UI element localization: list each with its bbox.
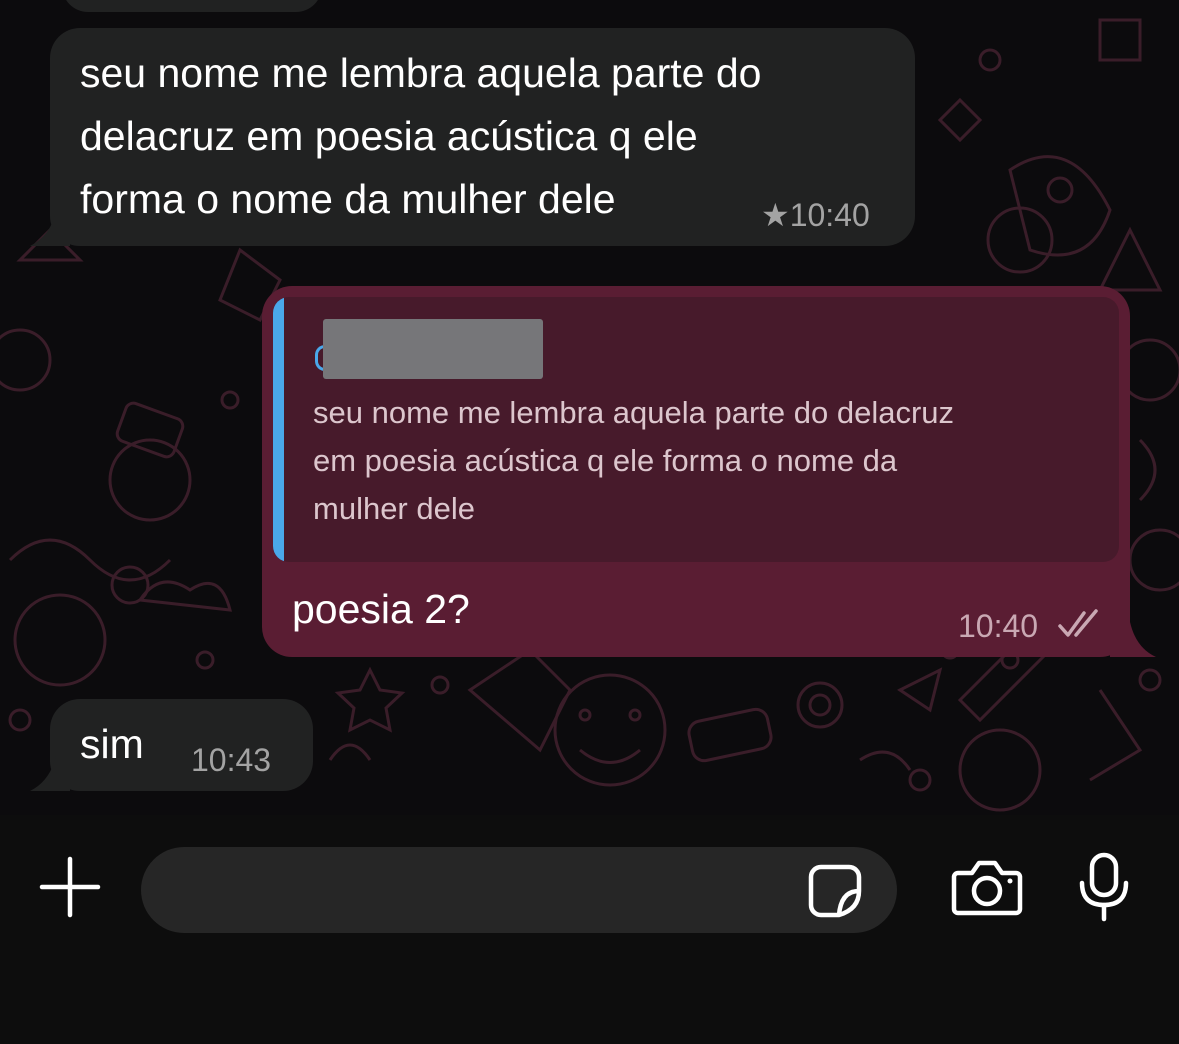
bubble-tail-outgoing — [1110, 622, 1156, 657]
quoted-message[interactable]: seu nome me lembra aquela parte do delac… — [273, 297, 1119, 562]
message-composer — [0, 815, 1179, 1044]
message-text: sim — [80, 721, 144, 767]
camera-icon[interactable] — [950, 857, 1024, 917]
quoted-text: seu nome me lembra aquela parte do delac… — [313, 395, 955, 526]
read-double-check-icon — [1058, 609, 1098, 637]
incoming-message[interactable]: seu nome me lembra aquela parte do delac… — [50, 28, 915, 246]
microphone-icon[interactable] — [1074, 851, 1134, 923]
sticker-icon[interactable] — [805, 861, 865, 921]
message-time: 10:40 — [958, 608, 1039, 644]
message-time: 10:43 — [191, 742, 272, 778]
quote-accent-bar — [273, 297, 284, 562]
bubble-tail-incoming — [30, 212, 70, 246]
redacted-author-name — [323, 319, 543, 379]
incoming-message[interactable]: sim 10:43 — [50, 699, 313, 791]
message-time: ★10:40 — [761, 197, 870, 233]
message-bubble-partial[interactable] — [62, 0, 322, 12]
message-text: poesia 2? — [292, 586, 470, 632]
plus-icon[interactable] — [38, 855, 102, 919]
bubble-tail-incoming — [30, 756, 70, 791]
message-input[interactable] — [141, 847, 897, 933]
